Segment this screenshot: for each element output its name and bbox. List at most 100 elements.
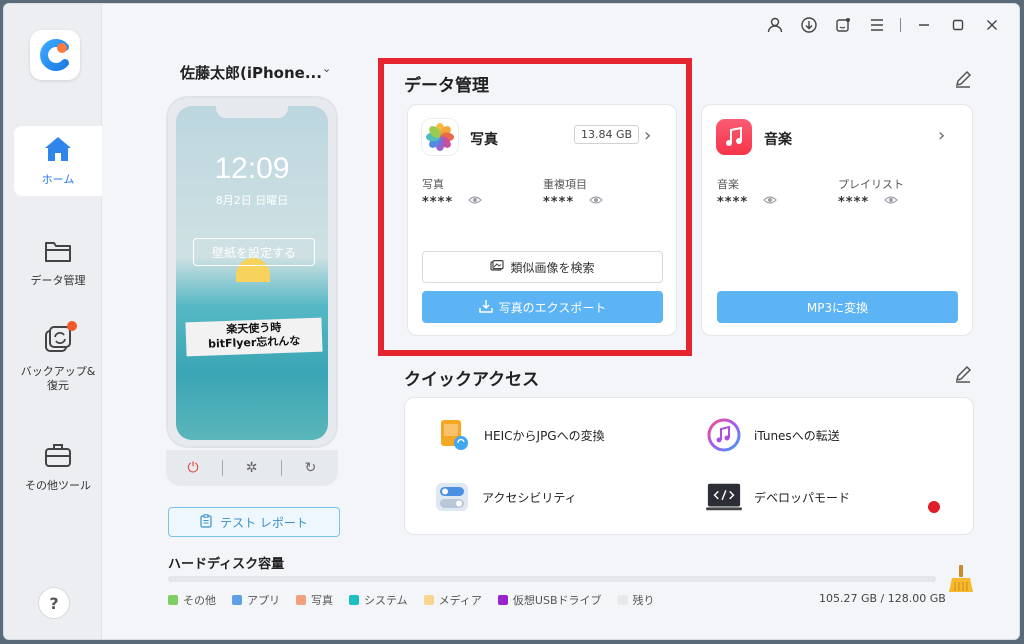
quick-access-label: アクセシビリティ — [482, 490, 577, 505]
eye-icon[interactable] — [884, 194, 898, 208]
set-wallpaper-button[interactable]: 壁紙を設定する — [193, 238, 315, 266]
chevron-down-icon[interactable]: ⌄ — [322, 62, 331, 75]
disk-usage-bar — [168, 576, 936, 582]
legend-label: その他 — [183, 594, 216, 607]
lock-screen-time: 12:09 — [214, 152, 290, 185]
control-divider — [280, 460, 282, 476]
photos-title: 写真 — [470, 132, 498, 148]
quick-heic-to-jpg[interactable]: HEICからJPGへの変換 — [436, 417, 605, 453]
legend-item: 仮想USBドライブ — [497, 592, 602, 608]
eye-icon[interactable] — [763, 194, 777, 208]
image-search-icon — [490, 259, 505, 275]
legend-label: 残り — [632, 594, 655, 607]
eye-icon[interactable] — [589, 194, 603, 208]
export-photos-button[interactable]: 写真のエクスポート — [422, 291, 663, 323]
duplicates-stat-value: **** — [543, 195, 575, 210]
wallpaper-sign: 楽天使う時 bitFlyer忘れんな — [185, 317, 323, 357]
phone-notch — [216, 106, 288, 118]
photos-icon — [422, 119, 458, 155]
app-window: ホーム データ管理 バックアップ&復元 その他ツール ? 佐藤太郎(iPhone… — [3, 3, 1020, 640]
duplicates-stat-label: 重複項目 — [543, 178, 587, 191]
help-button[interactable]: ? — [38, 587, 70, 619]
find-similar-images-label: 類似画像を検索 — [510, 260, 595, 275]
backup-icon — [43, 321, 77, 359]
disk-legend: その他 アプリ 写真 システム メディア 仮想USBドライブ 残り — [168, 592, 655, 608]
playlist-stat-value: **** — [838, 195, 870, 210]
legend-label: システム — [364, 594, 408, 607]
app-logo — [30, 30, 80, 80]
edit-icon[interactable] — [954, 365, 972, 387]
close-icon[interactable] — [975, 14, 1009, 36]
photos-card: 写真 13.84 GB › 写真 **** 重複項目 **** 類似画像を検索 … — [407, 104, 677, 336]
lock-screen-date: 8月2日 日曜日 — [215, 194, 289, 207]
sidebar-item-label: その他ツール — [25, 479, 91, 492]
legend-label: アプリ — [247, 594, 280, 607]
test-report-label: テスト レポート — [220, 515, 308, 530]
legend-swatch — [497, 595, 508, 605]
control-divider — [221, 460, 223, 476]
power-icon[interactable]: ⏻ — [188, 460, 199, 476]
legend-item: メディア — [423, 592, 482, 608]
toolbox-icon — [43, 441, 73, 473]
music-stat-label: 音楽 — [717, 178, 739, 191]
menu-icon[interactable] — [860, 14, 894, 36]
quick-itunes-transfer[interactable]: iTunesへの転送 — [706, 417, 840, 453]
legend-item: システム — [349, 592, 408, 608]
music-stat-value: **** — [717, 195, 749, 210]
sidebar-item-label: データ管理 — [30, 274, 86, 287]
legend-item: 残り — [617, 592, 655, 608]
refresh-icon[interactable]: ↻ — [305, 460, 317, 476]
notification-dot — [67, 321, 77, 332]
find-similar-images-button[interactable]: 類似画像を検索 — [422, 251, 663, 283]
quick-access-label: iTunesへの転送 — [754, 428, 840, 443]
sidebar-item-backup-restore[interactable]: バックアップ&復元 — [14, 321, 102, 394]
music-icon — [716, 119, 752, 155]
export-icon — [478, 299, 493, 316]
sidebar-item-data-management[interactable]: データ管理 — [14, 228, 102, 298]
sidebar-item-label: ホーム — [41, 173, 75, 186]
titlebar-divider — [900, 18, 901, 32]
itunes-icon — [706, 417, 742, 453]
edit-icon[interactable] — [954, 70, 972, 92]
chevron-right-icon[interactable]: › — [644, 125, 651, 146]
photos-stat-value: **** — [422, 195, 454, 210]
legend-label: 写真 — [311, 594, 333, 607]
legend-item: 写真 — [296, 592, 333, 608]
quick-access-label: デベロッパモード — [754, 490, 851, 505]
folder-icon — [43, 238, 73, 268]
device-name[interactable]: 佐藤太郎(iPhone... — [180, 62, 322, 83]
red-dot-marker — [928, 501, 940, 513]
sidebar: ホーム データ管理 バックアップ&復元 その他ツール ? — [4, 4, 102, 639]
titlebar-controls — [758, 14, 1009, 36]
loading-icon[interactable]: ✲ — [246, 460, 258, 476]
feedback-icon[interactable] — [826, 14, 860, 36]
convert-mp3-button[interactable]: MP3に変換 — [717, 291, 958, 323]
sidebar-item-other-tools[interactable]: その他ツール — [14, 432, 102, 502]
legend-item: その他 — [168, 592, 216, 608]
legend-swatch — [617, 595, 628, 605]
eye-icon[interactable] — [468, 194, 482, 208]
legend-swatch — [296, 595, 306, 605]
accessibility-toggle-icon — [434, 479, 470, 515]
chevron-right-icon[interactable]: › — [938, 125, 945, 146]
legend-label: 仮想USBドライブ — [512, 594, 602, 607]
minimize-icon[interactable] — [907, 14, 941, 36]
data-management-title: データ管理 — [404, 76, 489, 96]
quick-developer-mode[interactable]: デベロッパモード — [706, 479, 850, 515]
quick-accessibility[interactable]: アクセシビリティ — [434, 479, 577, 515]
phone-controls: ⏻ ✲ ↻ — [166, 450, 338, 486]
account-icon[interactable] — [758, 14, 792, 36]
sidebar-item-home[interactable]: ホーム — [14, 126, 102, 196]
legend-swatch — [349, 595, 359, 605]
music-card: 音楽 › 音楽 **** プレイリスト **** MP3に変換 — [701, 104, 973, 336]
sidebar-item-label: バックアップ&復元 — [20, 365, 96, 392]
playlist-stat-label: プレイリスト — [838, 178, 904, 191]
music-title: 音楽 — [764, 132, 792, 148]
test-report-button[interactable]: テスト レポート — [168, 507, 340, 537]
phone-screen: 12:09 8月2日 日曜日 壁紙を設定する 楽天使う時 bitFlyer忘れん… — [176, 106, 328, 440]
broom-icon[interactable] — [946, 564, 976, 594]
maximize-icon[interactable] — [941, 14, 975, 36]
download-icon[interactable] — [792, 14, 826, 36]
quick-access-title: クイックアクセス — [404, 370, 540, 390]
legend-item: アプリ — [232, 592, 280, 608]
